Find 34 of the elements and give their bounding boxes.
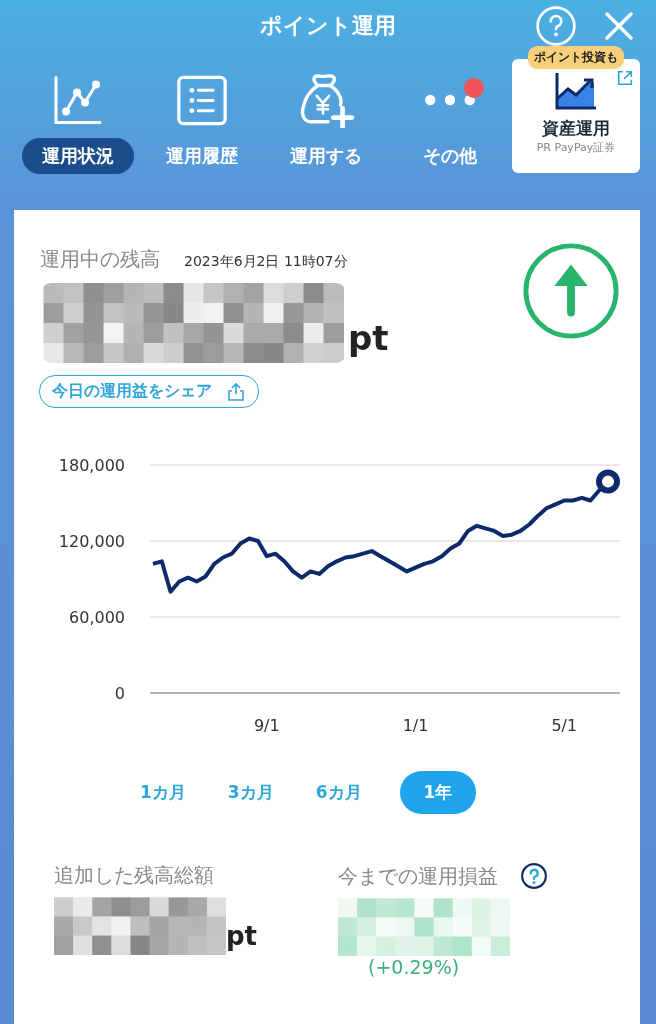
y-tick-label: 0	[114, 684, 125, 703]
promo-subtitle: PR PayPay証券	[536, 140, 616, 155]
profit-percent: (+0.29%)	[368, 956, 461, 978]
screen-title: ポイント運用	[260, 12, 396, 40]
x-tick-label: 5/1	[551, 716, 578, 735]
summary-label: 追加した残高総額	[54, 862, 214, 889]
x-tick-label: 1/1	[402, 716, 429, 735]
promo-badge: ポイント投資も	[528, 46, 624, 69]
balance-unit: pt	[348, 321, 389, 355]
nav-tab[interactable]: 運用する	[270, 138, 382, 174]
nav-tab[interactable]: その他	[403, 138, 497, 174]
external-link-icon	[616, 69, 634, 87]
end-point-marker	[596, 469, 620, 494]
promo-title: 資産運用	[542, 117, 610, 140]
range-tab[interactable]: 1年	[399, 771, 477, 814]
y-tick-label: 180,000	[58, 456, 125, 475]
y-tick-label: 60,000	[69, 608, 125, 627]
range-tab[interactable]: 6カ月	[311, 771, 366, 814]
range-tab[interactable]: 1カ月	[136, 771, 190, 814]
nav-tab[interactable]: 運用履歴	[146, 138, 258, 174]
amount-unit: pt	[226, 923, 258, 949]
x-tick-label: 9/1	[253, 716, 280, 735]
help-icon[interactable]	[520, 862, 548, 890]
area-chart-icon	[554, 71, 598, 111]
more-icon[interactable]	[424, 93, 476, 107]
share-icon	[226, 381, 246, 402]
summary-label: 今までの運用損益	[338, 862, 498, 890]
close-icon[interactable]	[604, 11, 634, 41]
share-button[interactable]: 今日の運用益をシェア	[39, 375, 259, 408]
range-tab[interactable]: 3カ月	[223, 771, 278, 814]
balance-label: 運用中の残高	[40, 246, 160, 273]
timestamp: 2023年6月2日 11時07分	[184, 253, 348, 271]
y-tick-label: 120,000	[58, 532, 125, 551]
nav-tab[interactable]: 運用状況	[22, 138, 134, 174]
